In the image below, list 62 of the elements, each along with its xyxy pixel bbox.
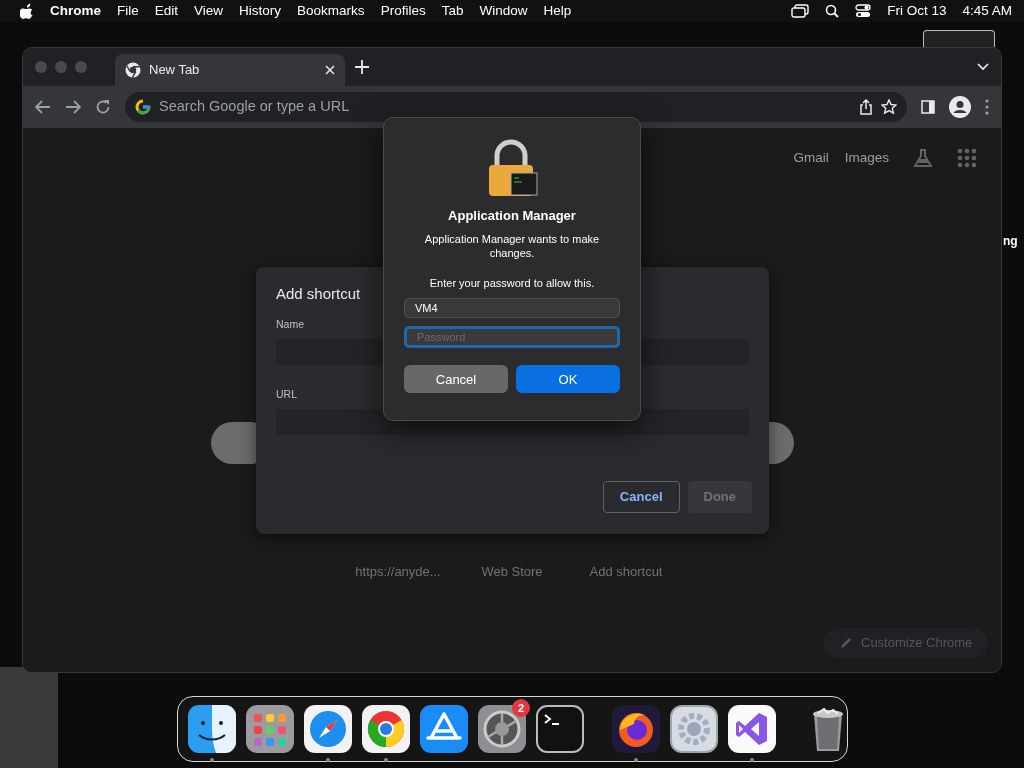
shortcut-label[interactable]: Add shortcut <box>571 562 681 582</box>
menu-item[interactable]: Window <box>471 0 536 22</box>
shortcut-label[interactable]: Web Store <box>457 562 567 582</box>
username-field[interactable]: VM4 <box>404 298 620 319</box>
flask-icon[interactable] <box>913 148 933 169</box>
share-icon[interactable] <box>859 99 873 115</box>
menu-item[interactable]: Edit <box>146 0 187 22</box>
app-store-icon[interactable] <box>420 705 468 753</box>
field-label: URL <box>276 386 298 402</box>
address-placeholder: Search Google or type a URL <box>159 97 351 117</box>
menu-item[interactable]: Profiles <box>372 0 434 22</box>
browser-tab[interactable]: New Tab <box>115 54 345 86</box>
notification-badge: 2 <box>512 699 530 717</box>
dialog-button[interactable]: Cancel <box>404 365 508 394</box>
dialog-message: Application Manager wants to make changes. <box>423 231 601 261</box>
field-label: Name <box>276 317 305 332</box>
menu-item[interactable]: Chrome <box>42 0 109 22</box>
fox-icon[interactable] <box>612 705 660 753</box>
apps-grid-icon[interactable] <box>957 148 977 169</box>
more-icon[interactable] <box>985 99 989 115</box>
star-icon[interactable] <box>881 99 897 115</box>
visual-studio-icon[interactable] <box>728 705 776 753</box>
finder-icon[interactable] <box>188 705 236 753</box>
chrome-icon[interactable] <box>362 705 410 753</box>
close-icon[interactable] <box>325 65 335 75</box>
header-link[interactable]: Gmail <box>793 148 829 169</box>
terminal-icon[interactable] <box>536 705 584 753</box>
chrome-icon <box>125 62 141 78</box>
dialog-button[interactable]: OK <box>516 365 620 394</box>
menu-item[interactable]: File <box>109 0 147 22</box>
dialog-button[interactable]: Cancel <box>602 480 680 513</box>
search-icon[interactable] <box>825 4 840 18</box>
pencil-icon <box>839 636 853 650</box>
background-text: ng <box>1003 233 1018 250</box>
gear-icon[interactable] <box>670 705 718 753</box>
menu-item[interactable]: History <box>231 0 290 22</box>
back-icon[interactable] <box>35 100 51 114</box>
compass-icon[interactable] <box>304 705 352 753</box>
chevron-icon[interactable] <box>977 63 989 71</box>
reload-icon[interactable] <box>95 99 111 115</box>
gear-icon[interactable] <box>478 705 526 753</box>
dialog-prompt: Enter your password to allow this. <box>429 276 595 291</box>
tab-title: New Tab <box>149 61 201 80</box>
shortcut-label[interactable]: https://anyde... <box>343 562 453 582</box>
side-panel-icon[interactable] <box>921 100 935 114</box>
menu-item[interactable]: View <box>186 0 232 22</box>
launchpad-icon[interactable] <box>246 705 294 753</box>
profile-icon[interactable] <box>949 96 971 118</box>
menu-bar-date[interactable]: Fri Oct 13 <box>887 0 947 22</box>
menu-bar-time[interactable]: 4:45 AM <box>962 0 1012 22</box>
menu-item[interactable]: Tab <box>433 0 472 22</box>
toggle-icon[interactable] <box>855 4 872 18</box>
windows-icon[interactable] <box>791 4 810 18</box>
menu-item[interactable]: Help <box>535 0 580 22</box>
new-tab-icon[interactable] <box>355 60 369 74</box>
google-icon <box>135 99 151 115</box>
address-bar[interactable]: Search Google or type a URL <box>125 92 907 122</box>
forward-icon[interactable] <box>65 100 81 114</box>
apple-icon[interactable] <box>20 3 34 19</box>
menu-item[interactable]: Bookmarks <box>289 0 373 22</box>
header-link[interactable]: Images <box>844 148 889 169</box>
dialog-title: Application Manager <box>448 208 576 224</box>
